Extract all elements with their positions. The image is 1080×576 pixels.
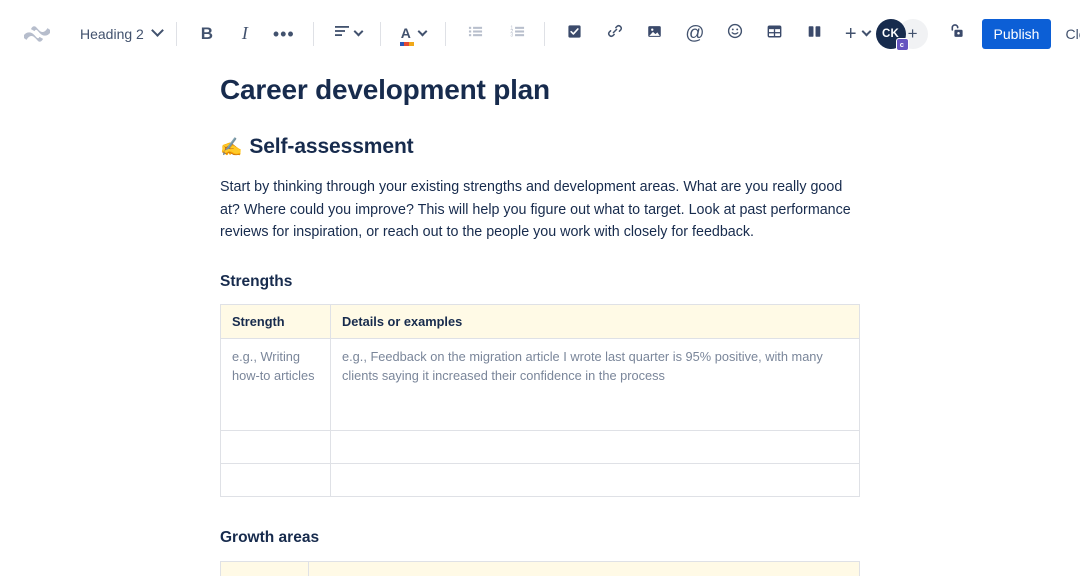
- chevron-down-icon: [353, 27, 363, 37]
- bold-label: B: [201, 24, 213, 44]
- text-style-label: Heading 2: [78, 26, 146, 42]
- column-header-growth-details[interactable]: [309, 562, 860, 576]
- cell-details[interactable]: [331, 464, 860, 497]
- cell-details[interactable]: e.g., Feedback on the migration article …: [331, 339, 860, 431]
- toolbar-divider: [176, 22, 177, 46]
- growth-areas-table[interactable]: [220, 561, 860, 576]
- emoji-button[interactable]: [719, 18, 751, 50]
- mention-button[interactable]: @: [679, 18, 711, 50]
- publish-label: Publish: [994, 26, 1040, 42]
- close-button[interactable]: Close: [1053, 19, 1080, 49]
- bold-button[interactable]: B: [191, 18, 223, 50]
- text-style-dropdown[interactable]: Heading 2: [72, 18, 168, 50]
- cell-strength[interactable]: [221, 464, 331, 497]
- editor-toolbar: Heading 2 B I ••• A: [0, 0, 1080, 67]
- emoji-icon: [727, 23, 743, 44]
- collaborators: CK c +: [876, 19, 928, 49]
- page-title[interactable]: Career development plan: [220, 74, 1040, 106]
- toolbar-divider: [544, 22, 545, 46]
- column-header-growth-area[interactable]: [221, 562, 309, 576]
- text-align-button[interactable]: [328, 18, 368, 50]
- table-row[interactable]: e.g., Writing how-to articles e.g., Feed…: [221, 339, 860, 431]
- chevron-down-icon: [861, 27, 871, 37]
- subheading-growth-areas[interactable]: Growth areas: [220, 529, 1040, 547]
- image-button[interactable]: [639, 18, 671, 50]
- table-header-row: [221, 562, 860, 576]
- layout-button[interactable]: [799, 18, 831, 50]
- editor-actions: CK c + Publish Close •••: [876, 18, 1080, 50]
- avatar[interactable]: CK c: [876, 19, 906, 49]
- section-heading-label: Self-assessment: [249, 135, 413, 159]
- italic-label: I: [242, 23, 248, 44]
- numbered-list-icon: 1 2 3: [510, 24, 525, 44]
- table-icon: [767, 24, 782, 44]
- numbered-list-button[interactable]: 1 2 3: [502, 18, 534, 50]
- italic-button[interactable]: I: [229, 18, 261, 50]
- add-collaborator-label: +: [908, 24, 918, 44]
- subheading-strengths[interactable]: Strengths: [220, 273, 1040, 291]
- avatar-app-badge: c: [896, 38, 909, 51]
- task-button[interactable]: [559, 18, 591, 50]
- cell-strength[interactable]: e.g., Writing how-to articles: [221, 339, 331, 431]
- confluence-logo-icon[interactable]: [16, 13, 58, 55]
- link-button[interactable]: [599, 18, 631, 50]
- toolbar-divider: [445, 22, 446, 46]
- intro-paragraph[interactable]: Start by thinking through your existing …: [220, 176, 860, 244]
- publish-button[interactable]: Publish: [982, 19, 1052, 49]
- chevron-down-icon: [417, 27, 427, 37]
- column-header-details[interactable]: Details or examples: [331, 305, 860, 339]
- text-color-button[interactable]: A: [395, 18, 432, 50]
- bullet-list-button[interactable]: [460, 18, 492, 50]
- section-heading-self-assessment[interactable]: ✍️ Self-assessment: [220, 135, 1040, 159]
- unlocked-padlock-icon: [949, 22, 967, 45]
- bullet-list-icon: [468, 24, 483, 44]
- text-color-label: A: [401, 25, 411, 41]
- cell-details[interactable]: [331, 431, 860, 464]
- text-align-icon: [334, 23, 350, 44]
- link-icon: [607, 23, 623, 44]
- text-color-icon: A: [401, 26, 411, 42]
- mention-icon: @: [685, 23, 704, 45]
- task-checkbox-icon: [567, 24, 582, 44]
- image-icon: [647, 24, 662, 44]
- table-header-row: Strength Details or examples: [221, 305, 860, 339]
- table-row[interactable]: [221, 431, 860, 464]
- column-header-strength[interactable]: Strength: [221, 305, 331, 339]
- table-row[interactable]: [221, 464, 860, 497]
- document-body[interactable]: Career development plan ✍️ Self-assessme…: [0, 74, 1080, 576]
- more-formatting-button[interactable]: •••: [267, 18, 301, 50]
- svg-text:3: 3: [511, 32, 514, 38]
- cell-strength[interactable]: [221, 431, 331, 464]
- toolbar-divider: [313, 22, 314, 46]
- chevron-down-icon: [151, 24, 164, 37]
- plus-icon: +: [845, 25, 857, 43]
- restrictions-button[interactable]: [942, 18, 974, 50]
- insert-button[interactable]: +: [839, 18, 876, 50]
- more-formatting-label: •••: [273, 29, 295, 39]
- columns-layout-icon: [807, 24, 822, 44]
- strengths-table[interactable]: Strength Details or examples e.g., Writi…: [220, 304, 860, 497]
- table-button[interactable]: [759, 18, 791, 50]
- close-label: Close: [1065, 26, 1080, 42]
- toolbar-divider: [380, 22, 381, 46]
- writing-hand-emoji-icon: ✍️: [220, 137, 242, 158]
